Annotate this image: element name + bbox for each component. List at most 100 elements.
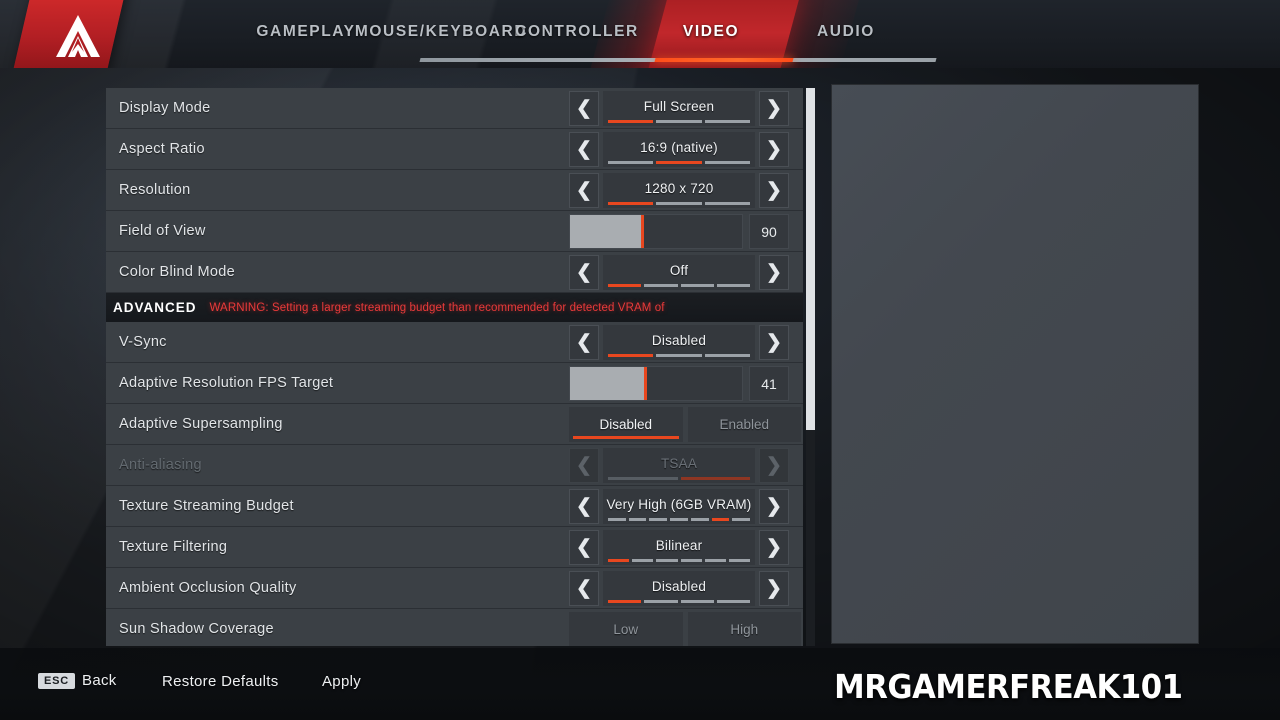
slider-track[interactable] xyxy=(569,214,743,249)
selector-texture-streaming-budget: ❮ Very High (6GB VRAM) ❯ xyxy=(569,489,789,524)
bottom-action-bar: ESC Back Restore Defaults Apply MRGAMERF… xyxy=(0,648,1280,720)
slider-fill xyxy=(570,215,644,248)
setting-label: Resolution xyxy=(119,182,191,198)
setting-label: Adaptive Supersampling xyxy=(119,416,283,432)
slider-field-of-view[interactable]: 90 xyxy=(569,214,789,249)
chevron-right-icon[interactable]: ❯ xyxy=(759,571,789,606)
tab-video-label: VIDEO xyxy=(682,23,740,40)
chevron-left-icon[interactable]: ❮ xyxy=(569,91,599,126)
segment-indicator xyxy=(608,284,750,287)
selector-display-mode: ❮ Full Screen ❯ xyxy=(569,91,789,126)
setting-label: Aspect Ratio xyxy=(119,141,205,157)
tab-gameplay[interactable]: GAMEPLAY xyxy=(254,0,358,68)
setting-label: Texture Filtering xyxy=(119,539,228,555)
selector-ambient-occlusion-quality: ❮ Disabled ❯ xyxy=(569,571,789,606)
selector-value-box: TSAA xyxy=(603,448,755,483)
segment-indicator xyxy=(608,477,750,480)
selector-anti-aliasing: ❮ TSAA ❯ xyxy=(569,448,789,483)
setting-label: Field of View xyxy=(119,223,206,239)
scrollbar-thumb[interactable] xyxy=(806,88,815,430)
setting-label: Adaptive Resolution FPS Target xyxy=(119,375,334,391)
chevron-left-icon[interactable]: ❮ xyxy=(569,325,599,360)
setting-row-sun-shadow-coverage[interactable]: Sun Shadow Coverage Low High xyxy=(106,609,803,646)
toggle-sun-shadow-coverage: Low High xyxy=(569,612,801,646)
slider-value: 90 xyxy=(749,214,789,249)
setting-row-resolution[interactable]: Resolution ❮ 1280 x 720 ❯ xyxy=(106,170,803,211)
setting-row-color-blind-mode[interactable]: Color Blind Mode ❮ Off ❯ xyxy=(106,252,803,293)
chevron-right-icon[interactable]: ❯ xyxy=(759,132,789,167)
selector-value-box[interactable]: Full Screen xyxy=(603,91,755,126)
settings-preview-panel xyxy=(832,85,1198,643)
slider-track[interactable] xyxy=(569,366,743,401)
segment-indicator xyxy=(608,202,750,205)
setting-row-display-mode[interactable]: Display Mode ❮ Full Screen ❯ xyxy=(106,88,803,129)
selector-value-box[interactable]: 16:9 (native) xyxy=(603,132,755,167)
selector-aspect-ratio: ❮ 16:9 (native) ❯ xyxy=(569,132,789,167)
setting-row-v-sync[interactable]: V-Sync ❮ Disabled ❯ xyxy=(106,322,803,363)
selector-value: Very High (6GB VRAM) xyxy=(606,497,752,512)
header-bar: GAMEPLAY MOUSE/KEYBOARD CONTROLLER VIDEO… xyxy=(0,0,1280,68)
setting-label: Ambient Occlusion Quality xyxy=(119,580,297,596)
setting-row-aspect-ratio[interactable]: Aspect Ratio ❮ 16:9 (native) ❯ xyxy=(106,129,803,170)
chevron-left-icon[interactable]: ❮ xyxy=(569,255,599,290)
tab-mouse-keyboard-label: MOUSE/KEYBOARD xyxy=(354,23,528,40)
restore-defaults-button[interactable]: Restore Defaults xyxy=(162,673,279,690)
setting-label: Anti-aliasing xyxy=(119,457,202,473)
channel-watermark: MRGAMERFREAK101 xyxy=(834,667,1183,706)
selector-value-box[interactable]: 1280 x 720 xyxy=(603,173,755,208)
setting-label: Display Mode xyxy=(119,100,211,116)
chevron-right-icon[interactable]: ❯ xyxy=(759,173,789,208)
selector-v-sync: ❮ Disabled ❯ xyxy=(569,325,789,360)
chevron-left-icon: ❮ xyxy=(569,448,599,483)
chevron-right-icon[interactable]: ❯ xyxy=(759,255,789,290)
setting-label: Texture Streaming Budget xyxy=(119,498,294,514)
selector-value-box[interactable]: Disabled xyxy=(603,325,755,360)
selector-value-box[interactable]: Bilinear xyxy=(603,530,755,565)
vram-warning-text: WARNING: Setting a larger streaming budg… xyxy=(209,301,665,314)
setting-label: Color Blind Mode xyxy=(119,264,236,280)
setting-row-adaptive-resolution-fps-target[interactable]: Adaptive Resolution FPS Target 41 xyxy=(106,363,803,404)
setting-row-adaptive-supersampling[interactable]: Adaptive Supersampling Disabled Enabled xyxy=(106,404,803,445)
slider-adaptive-resolution-fps-target[interactable]: 41 xyxy=(569,366,789,401)
segment-indicator xyxy=(608,559,751,562)
setting-row-anti-aliasing: Anti-aliasing ❮ TSAA ❯ xyxy=(106,445,803,486)
chevron-left-icon[interactable]: ❮ xyxy=(569,132,599,167)
chevron-right-icon[interactable]: ❯ xyxy=(759,530,789,565)
back-button[interactable]: ESC Back xyxy=(38,672,117,689)
selector-resolution: ❮ 1280 x 720 ❯ xyxy=(569,173,789,208)
toggle-option-low[interactable]: Low xyxy=(569,612,683,646)
setting-row-texture-streaming-budget[interactable]: Texture Streaming Budget ❮ Very High (6G… xyxy=(106,486,803,527)
tab-controller-label: CONTROLLER xyxy=(515,23,639,40)
active-tab-underline xyxy=(654,58,794,62)
tab-audio-label: AUDIO xyxy=(817,23,875,40)
settings-list: Display Mode ❮ Full Screen ❯ Aspect Rati… xyxy=(106,88,803,646)
segment-indicator xyxy=(608,161,750,164)
toggle-option-enabled[interactable]: Enabled xyxy=(687,407,801,442)
setting-row-ambient-occlusion-quality[interactable]: Ambient Occlusion Quality ❮ Disabled ❯ xyxy=(106,568,803,609)
back-label: Back xyxy=(82,672,117,689)
chevron-left-icon[interactable]: ❮ xyxy=(569,571,599,606)
toggle-option-high[interactable]: High xyxy=(687,612,801,646)
setting-label: Sun Shadow Coverage xyxy=(119,621,274,637)
chevron-left-icon[interactable]: ❮ xyxy=(569,530,599,565)
setting-row-field-of-view[interactable]: Field of View 90 xyxy=(106,211,803,252)
selector-value: Full Screen xyxy=(643,99,715,114)
chevron-right-icon[interactable]: ❯ xyxy=(759,91,789,126)
toggle-option-disabled[interactable]: Disabled xyxy=(569,407,683,442)
chevron-left-icon[interactable]: ❮ xyxy=(569,489,599,524)
selector-value-box[interactable]: Off xyxy=(603,255,755,290)
setting-row-texture-filtering[interactable]: Texture Filtering ❮ Bilinear ❯ xyxy=(106,527,803,568)
chevron-left-icon[interactable]: ❮ xyxy=(569,173,599,208)
selector-value: 16:9 (native) xyxy=(640,140,718,155)
segment-indicator xyxy=(608,354,750,357)
chevron-right-icon[interactable]: ❯ xyxy=(759,489,789,524)
slider-value: 41 xyxy=(749,366,789,401)
selector-value-box[interactable]: Very High (6GB VRAM) xyxy=(603,489,755,524)
apply-button[interactable]: Apply xyxy=(322,673,361,690)
selector-value-box[interactable]: Disabled xyxy=(603,571,755,606)
selector-texture-filtering: ❮ Bilinear ❯ xyxy=(569,530,789,565)
selector-value: TSAA xyxy=(660,456,698,471)
chevron-right-icon[interactable]: ❯ xyxy=(759,325,789,360)
selector-value: 1280 x 720 xyxy=(644,181,714,196)
tab-gameplay-label: GAMEPLAY xyxy=(256,23,356,40)
